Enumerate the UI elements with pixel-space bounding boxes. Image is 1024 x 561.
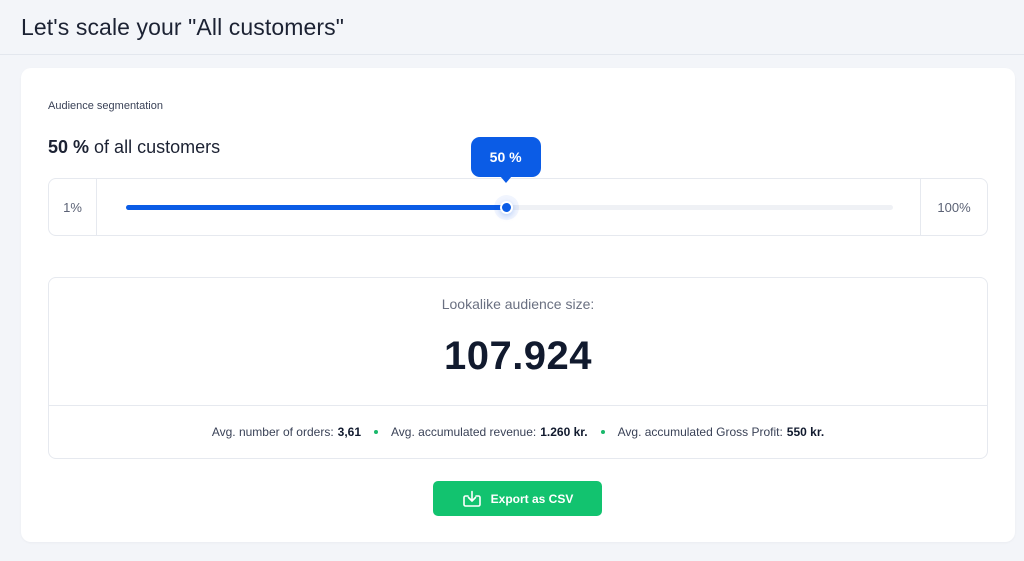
stat-revenue-value: 1.260 kr. [540,425,588,439]
segment-suffix: of all customers [94,137,221,157]
section-label: Audience segmentation [48,100,163,112]
separator-dot [600,430,605,434]
segment-headline: 50 % of all customers [48,137,220,158]
lookalike-label: Lookalike audience size: [441,296,595,312]
lookalike-result: Lookalike audience size: 107.924 Avg. nu… [48,277,988,459]
segment-percent: 50 % [48,137,90,157]
stat-revenue-label: Avg. accumulated revenue: [391,425,537,439]
page-title: Let's scale your "All customers" [21,14,345,40]
lookalike-size: 107.924 [443,334,593,378]
slider-fill [126,205,506,210]
slider-tooltip: 50 % [470,137,541,183]
audience-slider: 1% 50 % 100% [48,137,988,236]
slider-min-label: 1% [49,179,97,235]
stat-gross-profit-label: Avg. accumulated Gross Profit: [617,425,783,439]
stat-orders-label: Avg. number of orders: [211,425,334,439]
slider-thumb[interactable] [499,201,513,214]
segmentation-card: Audience segmentation 50 % of all custom… [21,68,1015,542]
export-csv-button[interactable]: Export as CSV [433,481,602,516]
stats-row: Avg. number of orders: 3,61 Avg. accumul… [49,405,987,458]
stat-orders-value: 3,61 [337,425,362,439]
page-header: Let's scale your "All customers" [0,0,1024,55]
slider-track[interactable]: 50 % [126,137,893,214]
export-csv-label: Export as CSV [490,491,574,506]
separator-dot [374,430,379,434]
download-icon [462,490,482,508]
slider-max-label: 100% [920,179,987,235]
stat-gross-profit-value: 550 kr. [786,425,825,439]
stat-gross-profit: Avg. accumulated Gross Profit: 550 kr. [618,425,825,439]
stat-orders: Avg. number of orders: 3,61 [212,425,361,439]
stat-revenue: Avg. accumulated revenue: 1.260 kr. [391,425,588,439]
